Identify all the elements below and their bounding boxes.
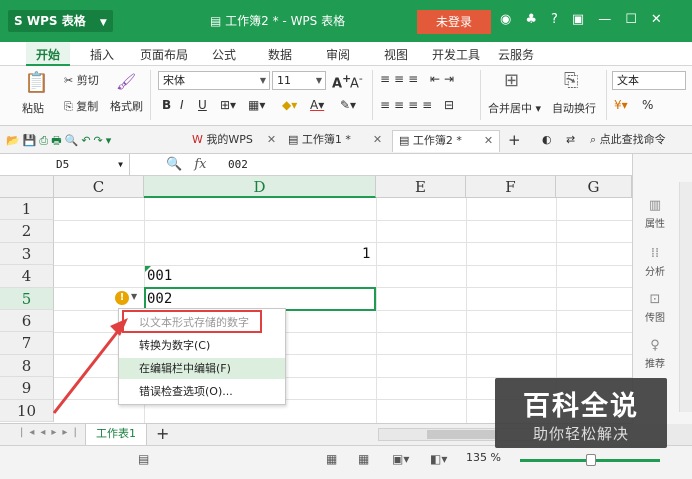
zoom-level[interactable]: 135 % <box>466 451 501 464</box>
macro-record-icon[interactable]: ▤ <box>138 452 149 466</box>
vertical-scrollbar[interactable] <box>679 182 692 412</box>
recommend-icon: ♀ <box>650 338 660 353</box>
watermark-title: 百科全说 <box>523 391 639 422</box>
panel-upload-image[interactable]: ⊡ 传图 <box>633 292 677 324</box>
panel-analysis[interactable]: ⁞⁞ 分析 <box>633 246 677 278</box>
analysis-icon: ⁞⁞ <box>650 246 660 261</box>
add-sheet-button[interactable]: + <box>156 424 169 443</box>
watermark-logo: 百科全说 助你轻松解决 <box>495 378 667 448</box>
sheet-tab-1[interactable]: 工作表1 <box>85 424 147 446</box>
properties-icon: ▥ <box>648 198 662 213</box>
arrow-shaft <box>52 325 124 414</box>
normal-view-icon[interactable]: ▦ <box>326 452 337 466</box>
eye-protection-icon[interactable]: ◧▾ <box>430 452 447 466</box>
image-upload-icon: ⊡ <box>649 292 661 307</box>
scrollbar-thumb[interactable] <box>427 430 497 439</box>
reading-mode-icon[interactable]: ▣▾ <box>392 452 409 466</box>
panel-recommend[interactable]: ♀ 推荐 <box>633 338 677 370</box>
panel-properties[interactable]: ▥ 属性 <box>633 198 677 230</box>
zoom-slider-handle[interactable] <box>586 454 596 466</box>
watermark-subtitle: 助你轻松解决 <box>532 425 629 443</box>
arrow-head <box>110 318 128 336</box>
page-break-view-icon[interactable]: ▦ <box>358 452 369 466</box>
status-bar: ▤ ▦ ▦ ▣▾ ◧▾ 135 % <box>0 445 692 479</box>
sheet-nav-arrows[interactable]: |◂◂▸▸| <box>20 427 83 438</box>
